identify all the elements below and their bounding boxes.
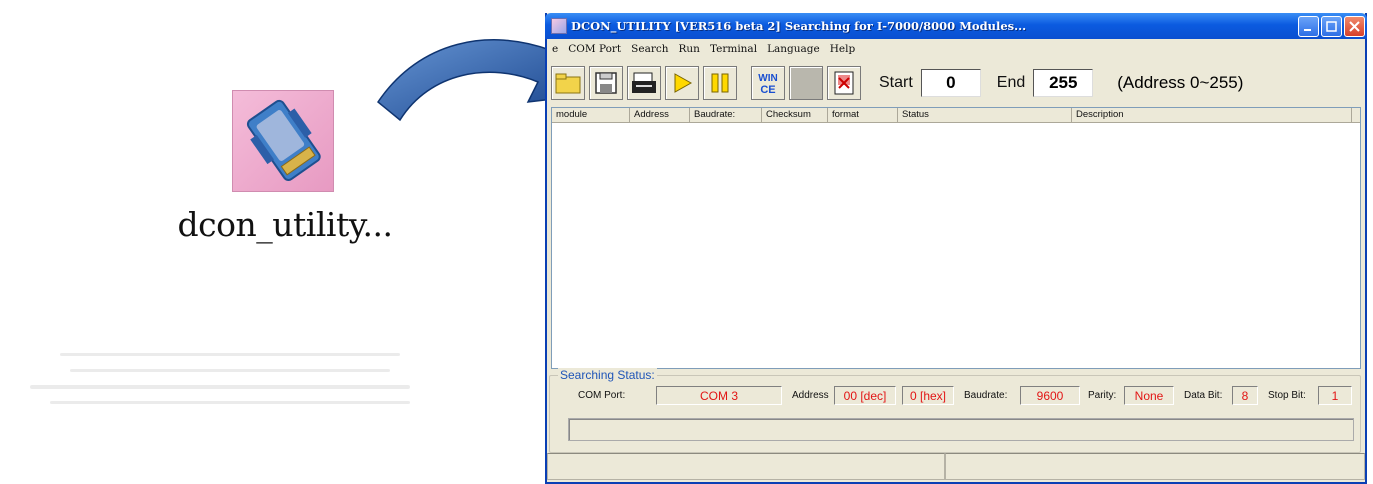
menu-com-port[interactable]: COM Port (563, 43, 626, 55)
close-icon (1349, 21, 1360, 32)
exit-icon (834, 71, 854, 95)
parity-label: Parity: (1088, 390, 1117, 401)
floppy-disk-icon (595, 72, 617, 94)
exit-button[interactable] (827, 66, 861, 100)
column-module[interactable]: module (552, 108, 630, 122)
open-button[interactable] (551, 66, 585, 100)
end-address-input[interactable]: 255 (1033, 69, 1094, 97)
status-bar-pane-left (547, 453, 945, 480)
printer-icon (632, 72, 656, 93)
svg-text:CE: CE (760, 84, 775, 96)
parity-value: None (1124, 386, 1174, 405)
column-baudrate[interactable]: Baudrate: (690, 108, 762, 122)
title-bar[interactable]: DCON_UTILITY [VER516 beta 2] Searching f… (545, 13, 1367, 39)
wince-icon: WIN CE (758, 73, 777, 96)
column-status[interactable]: Status (898, 108, 1072, 122)
dcon-utility-desktop-icon[interactable] (232, 90, 334, 192)
status-bar-pane-right (945, 453, 1365, 480)
start-address-input[interactable]: 0 (920, 69, 981, 97)
column-description[interactable]: Description (1072, 108, 1352, 122)
baudrate-value: 9600 (1020, 386, 1080, 405)
desktop-icon-label: dcon_utility... (177, 205, 393, 244)
module-icon (246, 99, 321, 181)
menu-bar: e COM Port Search Run Terminal Language … (547, 39, 1365, 59)
stop-bit-label: Stop Bit: (1268, 390, 1306, 401)
data-bit-label: Data Bit: (1184, 390, 1223, 401)
status-bar (547, 453, 1365, 482)
start-label: Start (879, 74, 913, 91)
pause-icon (711, 73, 729, 93)
run-button[interactable] (665, 66, 699, 100)
baudrate-label: Baudrate: (964, 390, 1008, 401)
searching-status-group: Searching Status: COM Port: COM 3 Addres… (549, 368, 1362, 453)
menu-help[interactable]: Help (825, 43, 860, 55)
print-button[interactable] (627, 66, 661, 100)
data-bit-value: 8 (1232, 386, 1258, 405)
com-port-value: COM 3 (656, 386, 782, 405)
module-list[interactable]: module Address Baudrate: Checksum format… (551, 107, 1361, 369)
searching-status-title: Searching Status: (558, 368, 657, 382)
status-row: COM Port: COM 3 Address 00 [dec] 0 [hex]… (550, 386, 1362, 406)
address-hex-value: 0 [hex] (902, 386, 954, 405)
blurred-text-artifact (30, 353, 410, 404)
menu-search[interactable]: Search (626, 43, 673, 55)
minimize-icon (1304, 29, 1311, 31)
column-checksum[interactable]: Checksum (762, 108, 828, 122)
menu-terminal[interactable]: Terminal (705, 43, 762, 55)
column-format[interactable]: format (828, 108, 898, 122)
search-progress-bar (568, 418, 1354, 441)
pause-button[interactable] (703, 66, 737, 100)
app-icon (551, 18, 567, 34)
window-title: DCON_UTILITY [VER516 beta 2] Searching f… (571, 19, 1027, 33)
play-icon (674, 73, 693, 93)
close-button[interactable] (1344, 16, 1365, 37)
disabled-toolbar-button[interactable] (789, 66, 823, 100)
svg-text:WIN: WIN (758, 73, 777, 84)
column-address[interactable]: Address (630, 108, 690, 122)
dcon-utility-window: DCON_UTILITY [VER516 beta 2] Searching f… (545, 13, 1367, 484)
menu-run[interactable]: Run (674, 43, 705, 55)
module-list-header: module Address Baudrate: Checksum format… (552, 108, 1360, 123)
save-button[interactable] (589, 66, 623, 100)
wince-button[interactable]: WIN CE (751, 66, 785, 100)
stop-bit-value: 1 (1318, 386, 1352, 405)
toolbar: WIN CE Start 0 End 255 (Address 0~255) (547, 60, 1365, 106)
menu-language[interactable]: Language (762, 43, 825, 55)
end-label: End (996, 74, 1026, 91)
maximize-button[interactable] (1321, 16, 1342, 37)
address-range-note: (Address 0~255) (1117, 73, 1244, 92)
maximize-icon (1326, 21, 1337, 32)
minimize-button[interactable] (1298, 16, 1319, 37)
folder-icon (555, 73, 581, 94)
address-dec-value: 00 [dec] (834, 386, 896, 405)
menu-file[interactable]: e (547, 43, 563, 55)
address-label: Address (792, 390, 829, 401)
com-port-label: COM Port: (578, 390, 626, 401)
